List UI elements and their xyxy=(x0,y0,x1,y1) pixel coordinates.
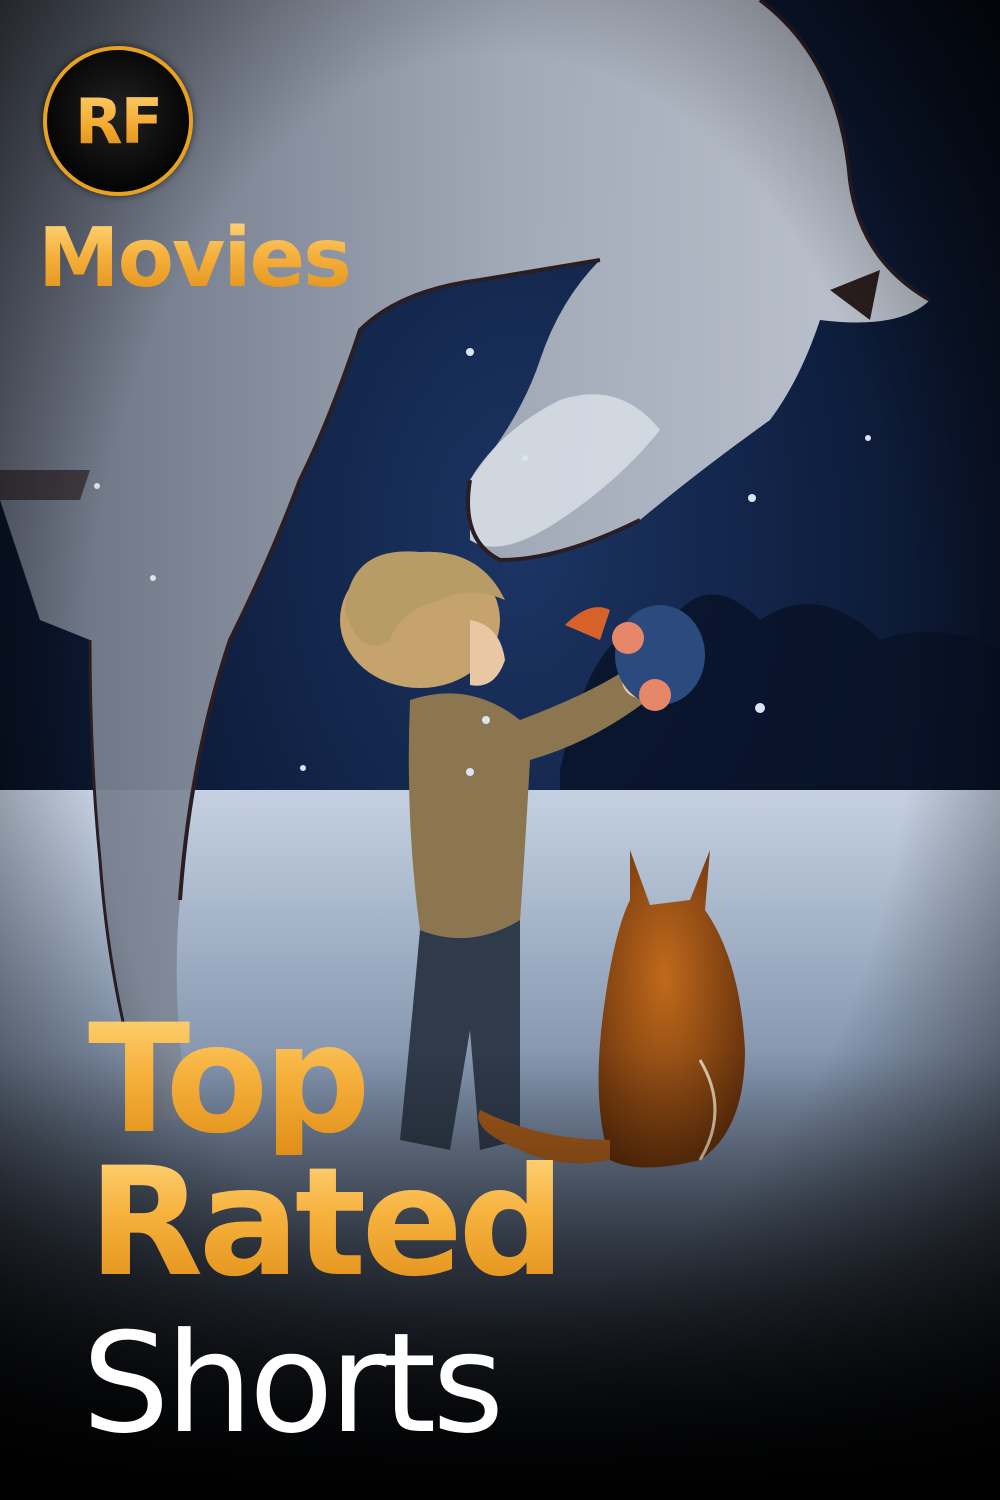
headline-line-2: Rated xyxy=(88,1136,566,1310)
rf-logo: RF xyxy=(43,46,193,196)
headline-line-3: Shorts xyxy=(82,1303,504,1464)
poster: RF Movies Top Rated Shorts xyxy=(0,0,1000,1500)
headline-line-1: Top xyxy=(88,993,371,1167)
brand-label: Movies xyxy=(38,211,352,306)
logo-text: RF xyxy=(74,84,163,158)
